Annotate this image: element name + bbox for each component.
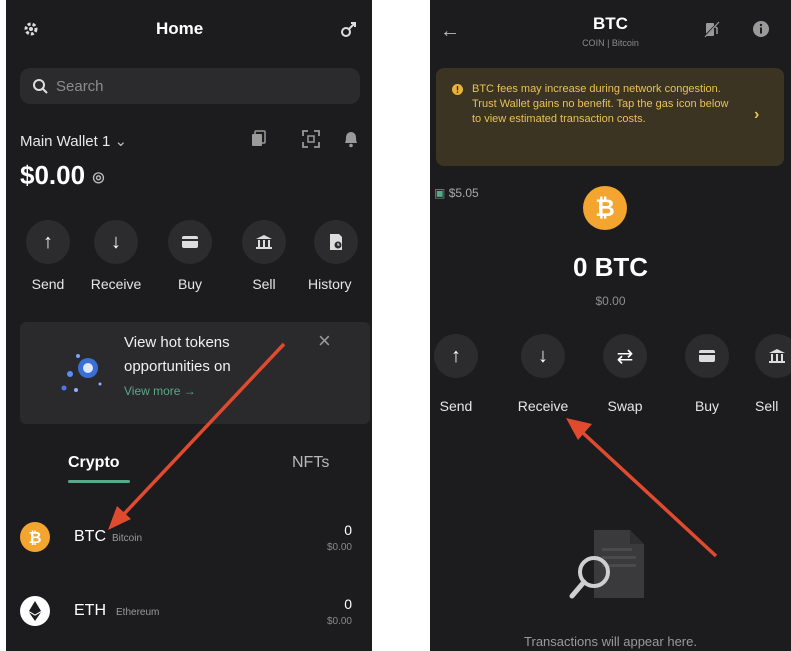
- token-usd-value: $0.00: [326, 616, 352, 627]
- chevron-down-icon: ⌄: [114, 133, 128, 150]
- page-title: BTC: [593, 14, 628, 33]
- sell-button[interactable]: [755, 334, 791, 378]
- card-icon: [685, 334, 729, 378]
- token-name: Bitcoin: [112, 533, 143, 544]
- wallet-balance: $0.00 ◎: [20, 160, 105, 191]
- bell-icon[interactable]: [342, 130, 360, 148]
- page-title: Home: [156, 19, 204, 38]
- token-symbol: BTC: [74, 528, 106, 545]
- close-icon[interactable]: ×: [318, 328, 331, 354]
- swap-label: Swap: [607, 398, 643, 414]
- gear-icon[interactable]: [22, 20, 40, 38]
- network-fee[interactable]: ▣ $5.05: [434, 186, 479, 200]
- receive-label: Receive: [517, 398, 569, 414]
- history-label: History: [308, 276, 352, 292]
- arrow-up-icon: ↑: [26, 220, 70, 264]
- history-button[interactable]: [314, 220, 358, 264]
- svg-text:₿: ₿: [28, 528, 41, 547]
- tab-nfts[interactable]: NFTs: [292, 454, 329, 472]
- bitcoin-icon: ₿: [583, 186, 627, 230]
- send-button[interactable]: ↑: [26, 220, 70, 264]
- wallet-name: Main Wallet 1: [20, 133, 111, 150]
- bank-icon: [242, 220, 286, 264]
- coin-balance: 0 BTC: [572, 252, 649, 282]
- sell-button[interactable]: [242, 220, 286, 264]
- ethereum-icon: [20, 596, 50, 626]
- chevron-right-icon: ›: [754, 106, 760, 123]
- receive-button[interactable]: ↓: [521, 334, 565, 378]
- history-icon: [314, 220, 358, 264]
- sell-label: Sell: [252, 276, 276, 292]
- sell-label: Sell: [755, 398, 779, 414]
- empty-state-text: Transactions will appear here.: [524, 634, 697, 649]
- fee-value: $5.05: [448, 186, 479, 200]
- bitcoin-icon: ₿: [20, 522, 50, 552]
- buy-label: Buy: [177, 276, 203, 292]
- token-row-eth[interactable]: ETH Ethereum 0 $0.00: [6, 590, 372, 640]
- token-usd-value: $0.00: [326, 542, 352, 553]
- document-search-icon: [568, 520, 654, 606]
- buy-label: Buy: [694, 398, 720, 414]
- connect-icon[interactable]: [340, 20, 358, 38]
- svg-text:₿: ₿: [595, 194, 615, 222]
- arrow-down-icon: ↓: [94, 220, 138, 264]
- promo-illustration-icon: [56, 344, 110, 400]
- copy-icon[interactable]: [250, 130, 266, 148]
- promo-link[interactable]: View more →: [124, 384, 196, 398]
- search-icon: [32, 78, 48, 94]
- gas-icon[interactable]: [704, 20, 720, 38]
- receive-button[interactable]: ↓: [94, 220, 138, 264]
- page-subtitle: COIN | Bitcoin: [582, 38, 639, 48]
- bank-icon: [755, 334, 791, 378]
- token-row-btc[interactable]: ₿ BTC Bitcoin 0 $0.00: [6, 516, 372, 566]
- token-amount: 0: [344, 522, 352, 538]
- arrow-down-icon: ↓: [521, 334, 565, 378]
- arrow-up-icon: ↑: [434, 334, 478, 378]
- coin-balance-usd: $0.00: [595, 294, 626, 308]
- tab-crypto[interactable]: Crypto: [68, 454, 120, 472]
- eye-icon[interactable]: ◎: [92, 169, 104, 185]
- card-icon: [168, 220, 212, 264]
- fee-warning-banner[interactable]: BTC fees may increase during network con…: [436, 68, 784, 166]
- promo-title: View hot tokens: [124, 334, 230, 351]
- token-symbol: ETH: [74, 602, 106, 619]
- warning-text: BTC fees may increase during network con…: [472, 83, 729, 125]
- swap-button[interactable]: ⇄: [603, 334, 647, 378]
- promo-subtitle: opportunities on: [124, 358, 231, 375]
- search-placeholder: Search: [56, 77, 104, 95]
- swap-icon: ⇄: [603, 334, 647, 378]
- tab-indicator: [68, 480, 130, 483]
- btc-detail-screen: ← BTC COIN | Bitcoin BTC fees may increa…: [430, 0, 791, 651]
- home-screen: Home Search Main Wallet 1 ⌄ $0.00 ◎ ↑ Se…: [6, 0, 372, 651]
- scan-icon[interactable]: [302, 130, 320, 148]
- receive-label: Receive: [90, 276, 142, 292]
- balance-value: $0.00: [20, 160, 86, 190]
- send-button[interactable]: ↑: [434, 334, 478, 378]
- buy-button[interactable]: [685, 334, 729, 378]
- wallet-selector[interactable]: Main Wallet 1 ⌄: [20, 132, 127, 150]
- buy-button[interactable]: [168, 220, 212, 264]
- warning-icon: [452, 84, 463, 95]
- gas-pump-icon: ▣: [434, 186, 446, 200]
- token-amount: 0: [344, 596, 352, 612]
- search-input[interactable]: Search: [20, 68, 360, 104]
- send-label: Send: [439, 398, 473, 414]
- promo-banner[interactable]: View hot tokens opportunities on View mo…: [20, 322, 370, 424]
- token-name: Ethereum: [116, 607, 160, 618]
- info-icon[interactable]: [752, 20, 770, 38]
